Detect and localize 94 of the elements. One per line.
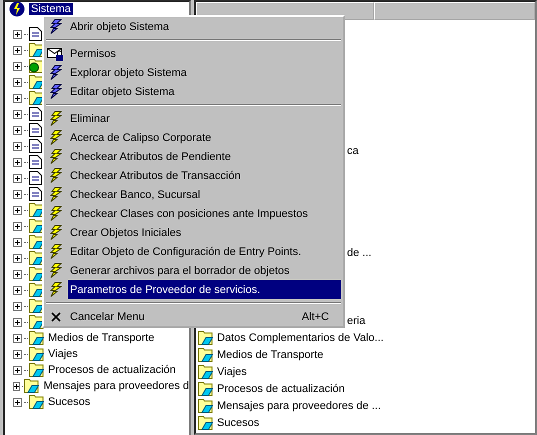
expand-icon[interactable] xyxy=(13,30,22,38)
expand-icon[interactable] xyxy=(13,126,22,134)
folder-icon xyxy=(198,364,213,378)
expand-icon[interactable] xyxy=(13,94,22,102)
globe-icon xyxy=(9,1,25,17)
folder-icon xyxy=(29,283,44,297)
lightning-icon xyxy=(50,65,62,80)
menu-item[interactable]: Editar Objeto de Configuración de Entry Points. xyxy=(68,242,341,261)
lightning-icon xyxy=(50,149,62,164)
expand-icon[interactable] xyxy=(13,302,22,310)
tree-item[interactable]: Procesos de actualización xyxy=(48,364,176,376)
list-item[interactable]: Medios de Transporte xyxy=(217,348,324,360)
expand-icon[interactable] xyxy=(13,270,22,278)
folder-icon xyxy=(29,299,44,313)
expand-icon[interactable] xyxy=(13,382,20,390)
list-item[interactable]: Mensajes para proveedores de ... xyxy=(217,400,381,412)
folder-icon xyxy=(29,267,44,281)
folder-icon xyxy=(29,235,44,249)
list-item[interactable]: Datos Complementarios de Valo... xyxy=(217,332,384,344)
folder-icon xyxy=(29,251,44,265)
envelope-lock-icon xyxy=(47,46,65,62)
list-item[interactable]: Sucesos xyxy=(217,416,260,428)
menu-item[interactable]: Permisos xyxy=(68,44,341,63)
folder-icon xyxy=(29,219,44,233)
lightning-icon xyxy=(50,187,62,202)
folder-icon xyxy=(198,330,213,344)
folder-icon xyxy=(198,382,213,396)
folder-icon xyxy=(29,315,44,329)
expand-icon[interactable] xyxy=(13,190,22,198)
shortcut-label: Alt+C xyxy=(302,310,330,322)
lightning-icon xyxy=(50,263,62,278)
expand-icon[interactable] xyxy=(13,62,22,70)
menu-item[interactable]: Crear Objetos Iniciales xyxy=(68,223,341,242)
tree-item[interactable]: Viajes xyxy=(48,348,78,360)
expand-icon[interactable] xyxy=(13,254,22,262)
menu-item[interactable]: Checkear Atributos de Transacción xyxy=(68,166,341,185)
lightning-icon xyxy=(50,111,62,126)
expand-icon[interactable] xyxy=(13,366,22,374)
expand-icon[interactable] xyxy=(13,238,22,246)
expand-icon[interactable] xyxy=(13,142,22,150)
expand-icon[interactable] xyxy=(13,110,22,118)
expand-icon[interactable] xyxy=(13,350,22,358)
list-item[interactable]: Procesos de actualización xyxy=(217,382,345,394)
lightning-icon xyxy=(50,168,62,183)
list-item[interactable]: Viajes xyxy=(217,366,247,378)
list-item[interactable]: ca xyxy=(347,144,359,156)
lightning-icon xyxy=(50,84,62,99)
menu-item[interactable]: Checkear Clases con posiciones ante Impuestos xyxy=(68,204,341,223)
list-item[interactable]: de ... xyxy=(347,246,372,258)
menu-item[interactable]: Checkear Banco, Sucursal xyxy=(68,185,341,204)
expand-icon[interactable] xyxy=(13,398,22,406)
menu-item[interactable]: Acerca de Calipso Corporate xyxy=(68,128,341,147)
tree-item[interactable]: Mensajes para proveedores d xyxy=(43,380,189,392)
tree-item[interactable]: Medios de Transporte xyxy=(48,332,154,344)
menu-item[interactable]: Generar archivos para el borrador de objetos xyxy=(68,261,341,280)
expand-icon[interactable] xyxy=(13,158,22,166)
folder-icon xyxy=(29,203,44,217)
lightning-icon xyxy=(50,225,62,240)
menu-item[interactable]: Cancelar Menu Alt+C xyxy=(68,307,341,326)
folder-icon xyxy=(198,416,213,430)
expand-icon[interactable] xyxy=(13,46,22,54)
folder-icon xyxy=(198,348,213,362)
lightning-icon xyxy=(50,244,62,259)
folder-icon xyxy=(29,91,44,105)
menu-item[interactable]: Eliminar xyxy=(68,109,341,128)
close-icon xyxy=(51,312,61,322)
tree-item[interactable]: Sistema xyxy=(29,3,73,15)
folder-icon xyxy=(29,43,44,57)
folder-icon xyxy=(198,398,213,412)
menu-item[interactable]: Editar objeto Sistema xyxy=(68,82,341,101)
expand-icon[interactable] xyxy=(13,286,22,294)
globe-icon xyxy=(29,59,44,73)
expand-icon[interactable] xyxy=(13,174,22,182)
menu-item[interactable]: Checkear Atributos de Pendiente xyxy=(68,147,341,166)
lightning-icon xyxy=(50,282,62,297)
expand-icon[interactable] xyxy=(13,78,22,86)
folder-icon xyxy=(29,395,44,409)
lightning-icon xyxy=(50,19,62,34)
expand-icon[interactable] xyxy=(13,318,22,326)
menu-item[interactable]: Abrir objeto Sistema xyxy=(68,17,341,36)
expand-icon[interactable] xyxy=(13,206,22,214)
folder-icon xyxy=(29,331,44,345)
lightning-icon xyxy=(50,130,62,145)
folder-icon xyxy=(24,379,40,393)
lightning-icon xyxy=(50,206,62,221)
menu-item[interactable]: Parametros de Proveedor de servicios. xyxy=(68,280,341,299)
folder-icon xyxy=(29,347,44,361)
folder-icon xyxy=(29,363,44,377)
expand-icon[interactable] xyxy=(13,222,22,230)
tree-item[interactable]: Sucesos xyxy=(48,396,90,408)
menu-item[interactable]: Explorar objeto Sistema xyxy=(68,63,341,82)
folder-icon xyxy=(29,75,44,89)
list-item[interactable]: eria xyxy=(347,314,366,326)
expand-icon[interactable] xyxy=(13,334,22,342)
